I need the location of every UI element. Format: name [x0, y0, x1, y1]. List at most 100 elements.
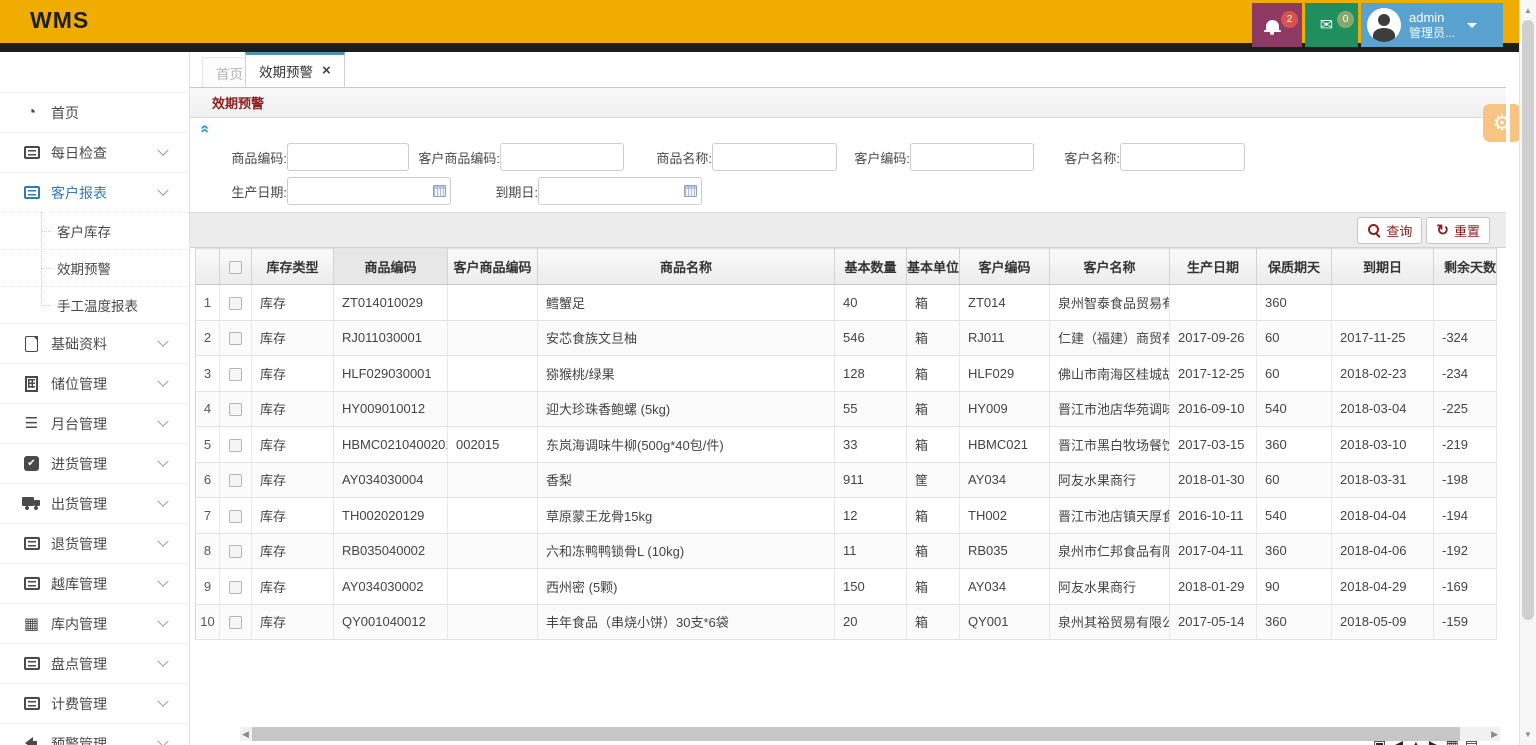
select-all-checkbox[interactable]: [229, 261, 242, 274]
row-check-cell: [220, 498, 252, 534]
text-input[interactable]: [712, 143, 837, 171]
column-header[interactable]: 保质期天: [1257, 249, 1332, 285]
column-header[interactable]: 剩余天数: [1434, 249, 1497, 285]
table-cell: 库存: [252, 604, 334, 640]
pager-icon[interactable]: ▤: [1465, 738, 1478, 745]
search-button[interactable]: 查询: [1357, 217, 1422, 244]
table-cell: 阿友水果商行: [1050, 462, 1170, 498]
main-content: 首页效期预警× 效期预警 商品编码:客户商品编码:商品名称:客户编码:客户名称:…: [190, 52, 1506, 745]
pager-icon[interactable]: ▲: [1409, 738, 1423, 745]
text-input[interactable]: [910, 143, 1034, 171]
filter-row-1: 商品编码:客户商品编码:商品名称:客户编码:客户名称:: [203, 142, 1245, 172]
horizontal-scrollbar[interactable]: ◀ ▶: [240, 727, 1500, 741]
text-input[interactable]: [287, 143, 409, 171]
date-input[interactable]: [287, 177, 451, 205]
sidebar-item-10[interactable]: 库内管理: [0, 603, 189, 643]
sidebar-item-12[interactable]: 计费管理: [0, 683, 189, 723]
pager-icon[interactable]: ▦: [1446, 738, 1459, 745]
row-checkbox[interactable]: [229, 545, 242, 558]
row-number: 6: [196, 462, 220, 498]
scroll-down-icon[interactable]: ▼: [1520, 730, 1536, 739]
table-cell: 库存: [252, 427, 334, 463]
column-header[interactable]: 到期日: [1332, 249, 1434, 285]
caret-down-icon: [1467, 23, 1477, 28]
pager-icon[interactable]: ▣: [1373, 738, 1386, 745]
refresh-icon: [1436, 221, 1449, 239]
table-row[interactable]: 1库存ZT014010029鳕蟹足40箱ZT014泉州智泰食品贸易有限360: [196, 285, 1497, 321]
panel-header: 效期预警: [190, 88, 1506, 118]
row-checkbox[interactable]: [229, 297, 242, 310]
table-cell: -192: [1434, 533, 1497, 569]
vertical-scroll-thumb[interactable]: [1522, 20, 1534, 620]
reset-button[interactable]: 重置: [1426, 217, 1490, 244]
sidebar-item-8[interactable]: 退货管理: [0, 523, 189, 563]
table-row[interactable]: 6库存AY034030004香梨911筐AY034阿友水果商行2018-01-3…: [196, 462, 1497, 498]
tab-1[interactable]: 效期预警×: [245, 52, 345, 87]
sidebar-item-11[interactable]: 盘点管理: [0, 643, 189, 683]
table-row[interactable]: 8库存RB035040002六和冻鸭鸭锁骨L (10kg)11箱RB035泉州市…: [196, 533, 1497, 569]
row-checkbox[interactable]: [229, 403, 242, 416]
row-checkbox[interactable]: [229, 332, 242, 345]
sidebar-item-2[interactable]: 客户报表: [0, 172, 189, 212]
speaker-icon: [25, 737, 39, 745]
notifications-button[interactable]: 2: [1252, 3, 1302, 47]
row-checkbox[interactable]: [229, 368, 242, 381]
page-title: 效期预警: [212, 93, 264, 112]
calendar-icon[interactable]: [433, 185, 446, 197]
sidebar-item-0[interactable]: 首页: [0, 92, 189, 132]
table-row[interactable]: 9库存AY034030002西州密 (5颗)150箱AY034阿友水果商行201…: [196, 569, 1497, 605]
collapse-filters-icon[interactable]: [200, 120, 218, 138]
column-header[interactable]: 生产日期: [1170, 249, 1257, 285]
calendar-icon[interactable]: [684, 185, 697, 197]
column-header[interactable]: 客户商品编码: [448, 249, 538, 285]
text-input[interactable]: [500, 143, 624, 171]
scroll-up-icon[interactable]: ▲: [1520, 6, 1536, 15]
row-checkbox[interactable]: [229, 439, 242, 452]
table-row[interactable]: 2库存RJ011030001安芯食族文旦柚546箱RJ011仁建（福建）商贸有限…: [196, 320, 1497, 356]
sidebar-subitem-1[interactable]: 效期预警: [0, 249, 189, 286]
wms-screen: WMS 2 0 admin 管理员... 首页每日检查客户报表客户库存效期预警手…: [0, 0, 1536, 745]
sidebar-subitem-0[interactable]: 客户库存: [0, 212, 189, 249]
table-cell: 西州密 (5颗): [538, 569, 835, 605]
row-checkbox[interactable]: [229, 474, 242, 487]
table-cell: 泉州智泰食品贸易有限: [1050, 285, 1170, 321]
sidebar-item-1[interactable]: 每日检查: [0, 132, 189, 172]
text-input[interactable]: [1120, 143, 1245, 171]
row-check-cell: [220, 533, 252, 569]
pager-icon[interactable]: ◀: [1392, 738, 1403, 745]
column-header[interactable]: 库存类型: [252, 249, 334, 285]
horizontal-scroll-thumb[interactable]: [252, 727, 1460, 741]
sidebar-item-7[interactable]: 出货管理: [0, 483, 189, 523]
scroll-left-icon[interactable]: ◀: [242, 729, 249, 740]
sidebar-item-5[interactable]: 月台管理: [0, 403, 189, 443]
column-header[interactable]: 客户编码: [960, 249, 1050, 285]
table-cell: 丰年食品（串烧小饼）30支*6袋: [538, 604, 835, 640]
table-row[interactable]: 7库存TH002020129草原蒙王龙骨15kg12箱TH002晋江市池店镇天厚…: [196, 498, 1497, 534]
table-row[interactable]: 10库存QY001040012丰年食品（串烧小饼）30支*6袋20箱QY001泉…: [196, 604, 1497, 640]
sidebar-item-13[interactable]: 预警管理: [0, 723, 189, 745]
panel-settings-button[interactable]: [1483, 104, 1521, 142]
row-checkbox[interactable]: [229, 581, 242, 594]
date-input[interactable]: [538, 177, 702, 205]
column-header[interactable]: 商品编码: [334, 249, 448, 285]
user-menu[interactable]: admin 管理员...: [1361, 3, 1503, 47]
close-icon[interactable]: ×: [322, 63, 331, 78]
row-checkbox[interactable]: [229, 616, 242, 629]
sidebar-subitem-2[interactable]: 手工温度报表: [0, 286, 189, 323]
vertical-scrollbar[interactable]: ▲ ▼: [1519, 0, 1536, 745]
sidebar-item-label: 退货管理: [51, 534, 107, 554]
sidebar-item-3[interactable]: 基础资料: [0, 323, 189, 363]
messages-button[interactable]: 0: [1305, 3, 1358, 47]
table-row[interactable]: 5库存HBMC0210400201002015东岚海调味牛柳(500g*40包/…: [196, 427, 1497, 463]
pager-icon[interactable]: ▶: [1429, 738, 1440, 745]
sidebar-item-6[interactable]: 进货管理: [0, 443, 189, 483]
column-header[interactable]: 基本单位: [907, 249, 960, 285]
table-row[interactable]: 3库存HLF029030001猕猴桃/绿果128箱HLF029佛山市南海区桂城胡…: [196, 356, 1497, 392]
table-row[interactable]: 4库存HY009010012迎大珍珠香鲍螺 (5kg)55箱HY009晋江市池店…: [196, 391, 1497, 427]
sidebar-item-9[interactable]: 越库管理: [0, 563, 189, 603]
column-header[interactable]: 客户名称: [1050, 249, 1170, 285]
row-checkbox[interactable]: [229, 510, 242, 523]
sidebar-item-4[interactable]: 储位管理: [0, 363, 189, 403]
column-header[interactable]: 基本数量: [835, 249, 907, 285]
column-header[interactable]: 商品名称: [538, 249, 835, 285]
